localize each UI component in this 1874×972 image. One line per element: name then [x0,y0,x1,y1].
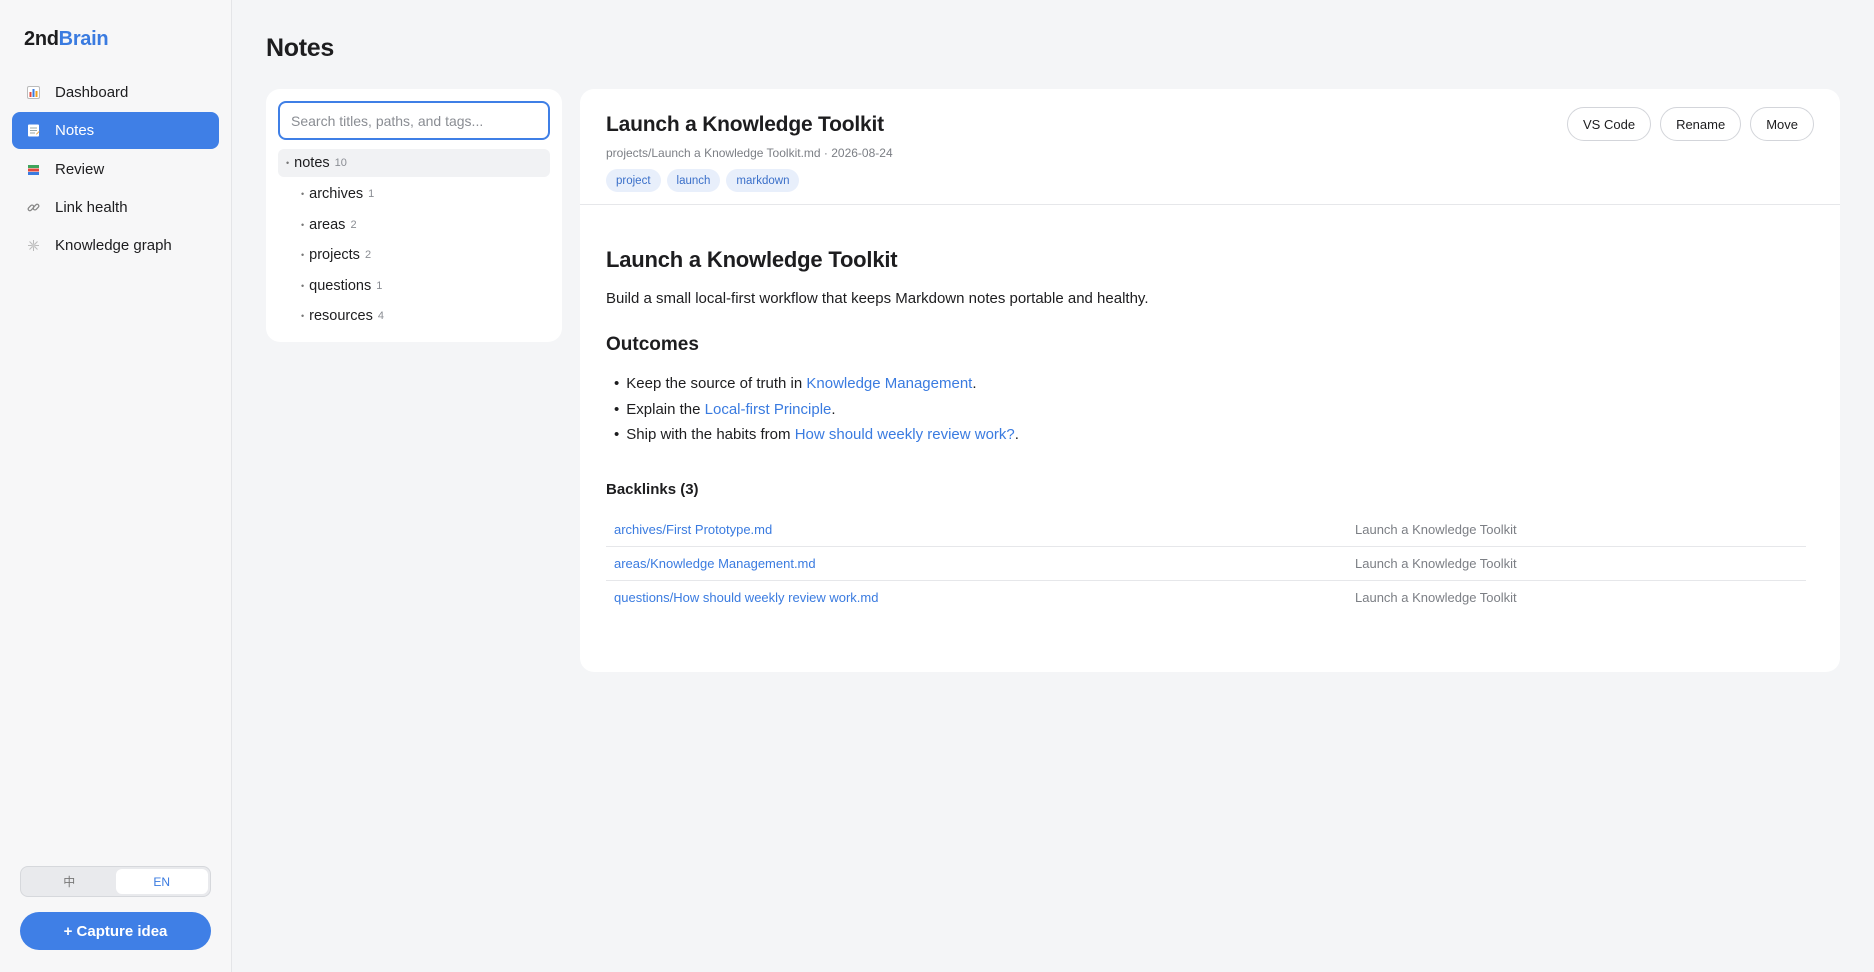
search-input[interactable] [278,101,550,140]
bullet-icon: • [301,311,305,321]
folder-name: questions [309,277,372,294]
capture-idea-button[interactable]: + Capture idea [20,912,211,950]
tree-folder-areas[interactable]: • areas 2 [301,211,357,239]
backlink-path[interactable]: questions/How should weekly review work.… [614,590,1355,605]
note-viewer: Launch a Knowledge Toolkit projects/Laun… [580,89,1840,672]
bullet-icon: • [301,219,305,230]
tag-chip[interactable]: project [606,169,661,192]
backlink-context: Launch a Knowledge Toolkit [1355,555,1517,571]
bullet-icon: • [301,189,305,199]
folder-count: 2 [364,249,372,261]
outcomes-heading: Outcomes [606,334,699,355]
lang-option-en[interactable]: EN [115,869,208,894]
notes-tree-panel: • notes 10 • archives 1 • areas 2 • proj… [266,89,562,342]
backlinks-title: Backlinks (3) [606,480,699,498]
folder-count: 1 [376,279,383,292]
sidebar-item-label: Dashboard [55,84,129,101]
link-icon [26,200,40,214]
app-logo[interactable]: 2ndBrain [24,28,109,51]
table-row: questions/How should weekly review work.… [606,581,1806,615]
bullet-icon: • [301,280,305,291]
sidebar-item-label: Link health [55,198,128,216]
note-title: Launch a Knowledge Toolkit [606,113,884,136]
tree-folder-archives[interactable]: • archives 1 [301,180,374,208]
table-row: archives/First Prototype.md Launch a Kno… [606,513,1806,547]
folder-name: resources [309,308,373,324]
tag-chip[interactable]: launch [666,169,721,192]
table-row: areas/Knowledge Management.md Launch a K… [606,547,1806,581]
rename-button[interactable]: Rename [1660,107,1742,141]
folder-name: notes [294,155,330,171]
wiki-link[interactable]: How should weekly review work? [795,426,1015,443]
backlink-path[interactable]: areas/Knowledge Management.md [614,556,1355,571]
folder-count: 10 [334,157,347,169]
folder-count: 2 [350,218,357,231]
graph-icon [26,239,40,253]
move-button[interactable]: Move [1750,107,1814,141]
sidebar: 2ndBrain Dashboard Notes Review Link hea… [0,0,232,972]
sidebar-item-knowledge-graph[interactable]: Knowledge graph [12,227,219,264]
memo-icon [26,124,40,138]
list-item: Keep the source of truth in Knowledge Ma… [606,371,1806,397]
backlink-context: Launch a Knowledge Toolkit [1355,590,1517,605]
tag-list: project launch markdown [606,169,800,192]
sidebar-item-review[interactable]: Review [12,151,219,188]
folder-count: 1 [368,188,375,200]
bullet-icon: • [301,250,305,260]
note-actions: VS Code Rename Move [1567,107,1814,141]
body-intro: Build a small local-first workflow that … [606,290,1149,307]
backlinks-table: archives/First Prototype.md Launch a Kno… [606,513,1806,615]
backlink-path[interactable]: archives/First Prototype.md [614,522,1355,537]
sidebar-item-notes[interactable]: Notes [12,112,219,150]
body-heading: Launch a Knowledge Toolkit [606,247,898,272]
folder-name: archives [309,186,364,202]
books-icon [26,162,40,176]
wiki-link[interactable]: Local-first Principle [705,401,832,418]
tree-folder-notes[interactable]: • notes 10 [278,149,550,177]
bullet-icon: • [286,158,290,168]
folder-name: projects [309,247,360,263]
backlink-context: Launch a Knowledge Toolkit [1355,521,1517,537]
tree-folder-resources[interactable]: • resources 4 [301,302,384,330]
lang-option-zh[interactable]: 中 [23,869,116,894]
sidebar-item-dashboard[interactable]: Dashboard [12,74,219,111]
page-title: Notes [266,34,334,62]
sidebar-item-label: Notes [55,122,95,140]
tree-folder-projects[interactable]: • projects 2 [301,241,371,269]
note-meta: projects/Launch a Knowledge Toolkit.md ·… [606,146,893,160]
tree-folder-questions[interactable]: • questions 1 [301,272,382,300]
tag-chip[interactable]: markdown [726,169,800,192]
open-vscode-button[interactable]: VS Code [1567,107,1652,141]
sidebar-item-label: Knowledge graph [55,237,172,255]
sidebar-item-link-health[interactable]: Link health [12,189,219,226]
sidebar-item-label: Review [55,160,105,178]
list-item: Explain the Local-first Principle. [606,397,1806,423]
wiki-link[interactable]: Knowledge Management [806,375,972,392]
bar-chart-icon [26,86,40,100]
list-item: Ship with the habits from How should wee… [606,422,1806,448]
language-toggle: 中 EN [20,866,211,897]
sidebar-nav: Dashboard Notes Review Link health Knowl… [12,74,219,265]
folder-count: 4 [377,310,384,322]
folder-name: areas [309,216,346,233]
outcomes-list: Keep the source of truth in Knowledge Ma… [606,371,1806,448]
note-header: Launch a Knowledge Toolkit projects/Laun… [580,89,1840,205]
note-body: Launch a Knowledge Toolkit Build a small… [606,247,1806,615]
